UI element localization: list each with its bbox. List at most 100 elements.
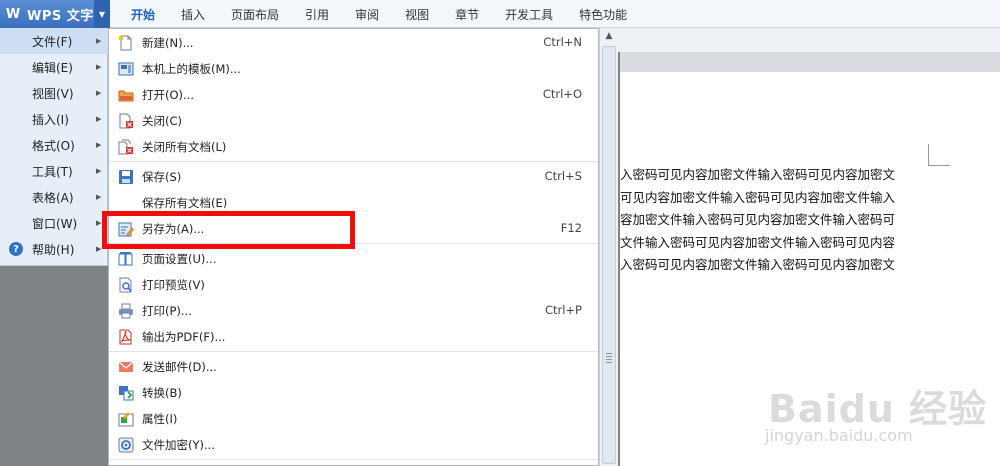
tab-special-features[interactable]: 特色功能 bbox=[566, 0, 640, 28]
menu-item-convert[interactable]: 转换(B) bbox=[109, 380, 598, 406]
mail-icon bbox=[118, 361, 134, 372]
menu-separator bbox=[109, 459, 598, 460]
chevron-right-icon: ▶ bbox=[96, 167, 102, 175]
open-folder-icon bbox=[118, 90, 134, 102]
menu-item-print[interactable]: 打印(P)... Ctrl+P bbox=[109, 298, 598, 324]
menu-item-properties[interactable]: 属性(I) bbox=[109, 406, 598, 432]
menu-item-label: 打开(O)... bbox=[142, 88, 194, 102]
shortcut-label: Ctrl+O bbox=[542, 87, 582, 101]
menu-item-view[interactable]: 视图(V) ▶ bbox=[0, 80, 108, 106]
document-line: 入密码可见内容加密文件输入密码可见内容加密文 bbox=[620, 257, 896, 272]
ribbon-tabs: 开始 插入 页面布局 引用 审阅 视图 章节 开发工具 特色功能 bbox=[118, 0, 640, 28]
shortcut-label: Ctrl+S bbox=[544, 169, 582, 183]
ribbon-tab-bar: W WPS 文字 ▼ 开始 插入 页面布局 引用 审阅 视图 章节 开发工具 特… bbox=[0, 0, 1000, 28]
menu-item-encrypt[interactable]: 文件加密(Y)... bbox=[109, 432, 598, 458]
menu-item-label: 工具(T) bbox=[32, 164, 73, 179]
ruler bbox=[620, 52, 1000, 72]
shortcut-label: Ctrl+P bbox=[544, 303, 582, 317]
menu-item-label: 表格(A) bbox=[32, 190, 74, 205]
menu-item-file[interactable]: 文件(F) ▶ bbox=[0, 28, 108, 54]
tab-section[interactable]: 章节 bbox=[442, 0, 492, 28]
encrypt-icon bbox=[118, 437, 134, 453]
scrollbar-thumb[interactable] bbox=[602, 46, 616, 464]
menu-item-insert[interactable]: 插入(I) ▶ bbox=[0, 106, 108, 132]
menu-item-label: 保存所有文档(E) bbox=[142, 196, 228, 210]
properties-icon bbox=[118, 412, 134, 427]
menu-item-template[interactable]: 本机上的模板(M)... bbox=[109, 56, 598, 82]
menu-separator bbox=[109, 161, 598, 162]
menu-item-label: 本机上的模板(M)... bbox=[142, 62, 241, 76]
tab-developer[interactable]: 开发工具 bbox=[492, 0, 566, 28]
tab-home[interactable]: 开始 bbox=[118, 0, 168, 28]
menu-item-label: 文件(F) bbox=[32, 34, 73, 49]
menu-item-table[interactable]: 表格(A) ▶ bbox=[0, 184, 108, 210]
chevron-right-icon: ▶ bbox=[96, 63, 102, 71]
menu-item-new[interactable]: 新建(N)... Ctrl+N bbox=[109, 30, 598, 56]
menu-item-edit[interactable]: 编辑(E) ▶ bbox=[0, 54, 108, 80]
chevron-right-icon: ▶ bbox=[96, 89, 102, 97]
tab-review[interactable]: 审阅 bbox=[342, 0, 392, 28]
margin-corner-mark bbox=[928, 144, 950, 166]
document-text[interactable]: 入密码可见内容加密文件输入密码可见内容加密文 可见内容加密文件输入密码可见内容加… bbox=[620, 164, 930, 277]
menu-item-label: 保存(S) bbox=[142, 170, 182, 184]
menu-item-label: 文件加密(Y)... bbox=[142, 438, 215, 452]
print-preview-icon bbox=[119, 277, 132, 293]
menu-item-print-preview[interactable]: 打印预览(V) bbox=[109, 272, 598, 298]
grip-line bbox=[606, 356, 612, 357]
menu-item-page-setup[interactable]: 页面设置(U)... bbox=[109, 246, 598, 272]
close-doc-icon bbox=[119, 113, 133, 129]
menu-scrollbar[interactable]: ▲ bbox=[599, 28, 618, 466]
menu-item-open[interactable]: 打开(O)... Ctrl+O bbox=[109, 82, 598, 108]
menu-item-label: 页面设置(U)... bbox=[142, 252, 217, 266]
menu-item-label: 关闭(C) bbox=[142, 114, 183, 128]
menu-item-close[interactable]: 关闭(C) bbox=[109, 108, 598, 134]
document-line: 容加密文件输入密码可见内容加密文件输入密码可 bbox=[620, 212, 896, 227]
chevron-right-icon: ▶ bbox=[96, 219, 102, 227]
menu-item-send-mail[interactable]: 发送邮件(D)... bbox=[109, 354, 598, 380]
pdf-icon bbox=[119, 329, 132, 345]
menu-item-label: 发送邮件(D)... bbox=[142, 360, 217, 374]
watermark-url: jingyan.baidu.com bbox=[765, 426, 913, 445]
menu-item-tools[interactable]: 工具(T) ▶ bbox=[0, 158, 108, 184]
document-line: 入密码可见内容加密文件输入密码可见内容加密文 bbox=[620, 167, 896, 182]
menu-item-label: 格式(O) bbox=[32, 138, 75, 153]
app-title: WPS 文字 bbox=[27, 8, 94, 24]
menu-item-window[interactable]: 窗口(W) ▶ bbox=[0, 210, 108, 236]
chevron-down-icon[interactable]: ▼ bbox=[94, 0, 110, 28]
tab-references[interactable]: 引用 bbox=[292, 0, 342, 28]
grip-line bbox=[606, 359, 612, 360]
grip-line bbox=[606, 353, 612, 354]
scroll-up-icon[interactable]: ▲ bbox=[602, 30, 616, 42]
template-icon bbox=[118, 62, 134, 76]
menu-item-format[interactable]: 格式(O) ▶ bbox=[0, 132, 108, 158]
wps-logo-icon: W bbox=[5, 6, 21, 22]
menu-item-export-pdf[interactable]: 输出为PDF(F)... bbox=[109, 324, 598, 350]
menu-item-label: 打印预览(V) bbox=[142, 278, 205, 292]
tab-page-layout[interactable]: 页面布局 bbox=[218, 0, 292, 28]
save-icon bbox=[119, 170, 133, 184]
menu-item-label: 窗口(W) bbox=[32, 216, 78, 231]
new-doc-icon bbox=[119, 35, 132, 51]
menu-item-label: 视图(V) bbox=[32, 86, 74, 101]
convert-icon bbox=[119, 386, 134, 401]
menu-item-label: 输出为PDF(F)... bbox=[142, 330, 226, 344]
shortcut-label: Ctrl+N bbox=[543, 35, 582, 49]
menu-item-label: 关闭所有文档(L) bbox=[142, 140, 227, 154]
menu-item-label: 打印(P)... bbox=[142, 304, 192, 318]
menu-item-save[interactable]: 保存(S) Ctrl+S bbox=[109, 164, 598, 190]
menu-item-label: 属性(I) bbox=[142, 412, 178, 426]
chevron-right-icon: ▶ bbox=[96, 193, 102, 201]
app-menu-button[interactable]: W WPS 文字 ▼ bbox=[0, 0, 110, 28]
tab-insert[interactable]: 插入 bbox=[168, 0, 218, 28]
page-setup-icon bbox=[118, 252, 133, 266]
shortcut-label: F12 bbox=[560, 221, 582, 235]
menu-item-label: 帮助(H) bbox=[32, 242, 75, 257]
grip-line bbox=[606, 362, 612, 363]
menu-item-label: 插入(I) bbox=[32, 112, 69, 127]
menu-separator bbox=[109, 351, 598, 352]
chevron-right-icon: ▶ bbox=[96, 37, 102, 45]
menu-item-close-all[interactable]: 关闭所有文档(L) bbox=[109, 134, 598, 160]
tab-view[interactable]: 视图 bbox=[392, 0, 442, 28]
chevron-right-icon: ▶ bbox=[96, 245, 102, 253]
menu-item-help[interactable]: ? 帮助(H) ▶ bbox=[0, 236, 108, 262]
